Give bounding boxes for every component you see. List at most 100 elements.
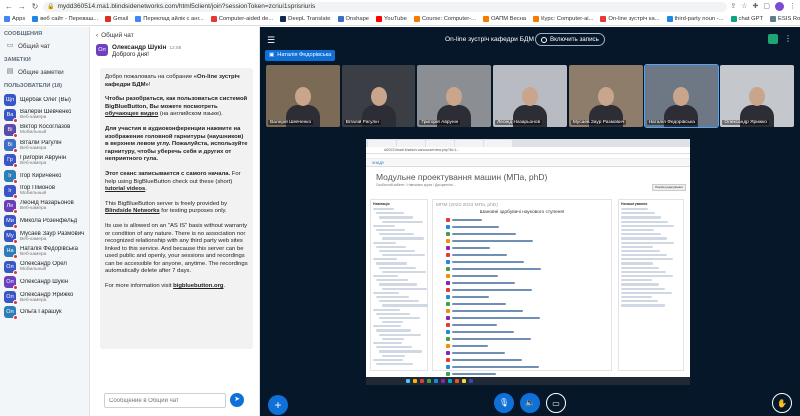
user-list-item[interactable]: Ми Микола Розенфельд (0, 214, 89, 230)
microphone-button[interactable]: 🎙 (494, 393, 514, 413)
raise-hand-button[interactable]: ✋ (772, 393, 792, 413)
actions-button[interactable]: + (268, 395, 288, 415)
welcome-link[interactable]: Blindside Networks (105, 208, 160, 214)
user-list-item[interactable]: Ол Олександр Орел Мобильный (0, 259, 89, 275)
presenter-chip[interactable]: ▣ Наталія Федорівська (265, 50, 336, 61)
avatar: Ві (4, 123, 18, 138)
user-list-item[interactable]: Му Мусаев Заур Размович Веб-камера (0, 229, 89, 245)
bookmark-item[interactable]: YouTube (376, 16, 407, 22)
user-list-item[interactable]: Ві Віктор Косоглазов Мобильный (0, 122, 89, 138)
bookmark-label: Onshape (345, 16, 370, 22)
shared-settings-line (621, 291, 672, 294)
user-list-item[interactable]: Ол Олександр Ярижко Веб-камера (0, 289, 89, 306)
activity-text (452, 302, 506, 306)
forward-icon[interactable]: → (17, 2, 27, 12)
bookmark-item[interactable]: Gmail (105, 16, 128, 22)
avatar-initials: Ол (6, 309, 14, 316)
user-list-item[interactable]: Ва Валерій Шевченко Веб-камера (0, 107, 89, 123)
webcam-tile[interactable]: Мусаев Заур Размович (568, 65, 643, 127)
user-list-item[interactable]: Ол Олександр Шукін (0, 274, 89, 290)
shared-notes-item[interactable]: ▤ Общие заметки (0, 65, 89, 79)
avatar-initials: Іг (8, 172, 12, 179)
public-chat-item[interactable]: ▭ Общий чат (0, 39, 89, 53)
activity-text (452, 372, 496, 376)
user-list-item[interactable]: Іг Ігор Кириченко (0, 168, 89, 184)
bookmark-favicon-icon (280, 16, 287, 22)
shared-nav-line (382, 304, 429, 307)
shared-settings-line (621, 295, 652, 299)
webcam-tile[interactable]: Леонід Назарьонов (493, 65, 567, 127)
user-list-toggle-icon[interactable]: ☰ (267, 35, 275, 46)
welcome-link[interactable]: bigbluebutton.org (173, 283, 223, 289)
user-status: Веб-камера (20, 160, 47, 166)
bookmark-item[interactable]: ESIS Rocky DEM 20... (770, 16, 800, 22)
reload-icon[interactable]: ↻ (30, 2, 40, 12)
bookmark-item[interactable]: Apps (4, 16, 25, 22)
chat-header[interactable]: ‹ Общий чат (90, 27, 259, 43)
bookmark-item[interactable]: Computer-aided de... (210, 16, 273, 22)
webcam-tile[interactable]: Григорій Аврунін (417, 65, 492, 127)
split-icon[interactable]: ▢ (763, 2, 770, 11)
more-options-icon[interactable]: ⋮ (784, 34, 792, 44)
url-bar[interactable]: 🔒 mydd360514.ma1.blindsidenetworks.com/h… (43, 1, 728, 12)
profile-avatar[interactable] (775, 2, 784, 11)
bookmark-item[interactable]: Курс: Computer-ai... (533, 16, 593, 22)
user-list-item[interactable]: Щп Щербак Олег (Вы) (0, 92, 89, 107)
bookmark-item[interactable]: third-party noun -... (666, 16, 724, 22)
bookmark-label: Gmail (113, 16, 129, 22)
webcam-tile[interactable]: Олександр Ярижко (720, 65, 795, 127)
bookmark-item[interactable]: веб сайт - Переваш... (32, 16, 98, 22)
webcam-label: Григорій Аврунін (419, 120, 461, 125)
record-icon (541, 36, 547, 43)
webcam-tile[interactable]: Валерій Шевченко (266, 65, 340, 127)
shared-settings-line (621, 270, 666, 273)
bookmark-item[interactable]: Onshape (337, 16, 370, 22)
user-list-item[interactable]: Іг Ігор Пімонов Мобильный (0, 183, 89, 199)
share-icon[interactable]: ⇪ (730, 2, 736, 11)
chevron-left-icon[interactable]: ‹ (96, 32, 98, 39)
bookmark-label: ОАПМ Весна (490, 16, 527, 22)
activity-icon (446, 330, 450, 334)
record-button[interactable]: Включить запись (535, 33, 605, 46)
webcam-button[interactable]: ▭ (546, 393, 566, 413)
bookmark-item[interactable]: DeepL Translate (280, 16, 331, 22)
avatar-initials: Ол (6, 278, 14, 285)
shared-notes-label: Общие заметки (18, 68, 64, 76)
shared-activity-line (446, 302, 608, 306)
user-list-item[interactable]: Ві Віталій Рагулін Веб-камера (0, 138, 89, 154)
conference-topbar: ☰ On-line зустріч кафедри БДМ Включить з… (260, 27, 800, 53)
user-list-item[interactable]: Ол Ольга Гарашук (0, 305, 89, 321)
bookmark-favicon-icon (32, 16, 39, 22)
star-icon[interactable]: ☆ (741, 2, 747, 11)
bookmark-item[interactable]: Переклад айлік с анг... (135, 16, 204, 22)
shared-settings-line (621, 233, 661, 236)
bookmark-item[interactable]: chat GPT (730, 16, 763, 22)
bookmark-item[interactable]: Course: Computer-... (413, 16, 476, 22)
webcam-tile[interactable]: Віталій Рагулін (341, 65, 416, 127)
send-button[interactable]: ➤ (230, 393, 244, 407)
back-icon[interactable]: ← (4, 2, 14, 12)
speaker-icon: 🔈 (525, 398, 535, 407)
connection-status-icon[interactable] (768, 34, 778, 44)
audio-button[interactable]: 🔈 (520, 393, 540, 413)
user-status: Веб-камера (20, 236, 47, 242)
bookmark-item[interactable]: ОАПМ Весна (482, 16, 527, 22)
shared-nav-line (373, 358, 404, 361)
user-list-item[interactable]: На Наталія Федорівська Веб-камера (0, 244, 89, 260)
bookmark-favicon-icon (337, 16, 344, 22)
shared-nav-line (376, 312, 410, 315)
chat-input[interactable] (104, 393, 226, 408)
activity-text (452, 316, 540, 320)
user-list-item[interactable]: Ле Леонід Назарьонов Веб-камера (0, 198, 89, 214)
user-list-item[interactable]: Гр Григорій Аврунін Веб-камера (0, 153, 89, 169)
extensions-icon[interactable]: ✚ (753, 2, 759, 11)
activity-text (452, 344, 488, 348)
webcam-tile[interactable]: Наталія Федорівська (643, 64, 720, 128)
shared-activity-line (446, 239, 608, 243)
welcome-link[interactable]: tutorial videos (105, 186, 145, 192)
bookmark-favicon-icon (210, 16, 217, 22)
shared-nav-line (379, 333, 421, 336)
bookmark-item[interactable]: On-line зустріч ка... (600, 16, 660, 22)
menu-icon[interactable]: ⋮ (789, 2, 796, 11)
welcome-link[interactable]: обучающее видео (105, 111, 158, 117)
